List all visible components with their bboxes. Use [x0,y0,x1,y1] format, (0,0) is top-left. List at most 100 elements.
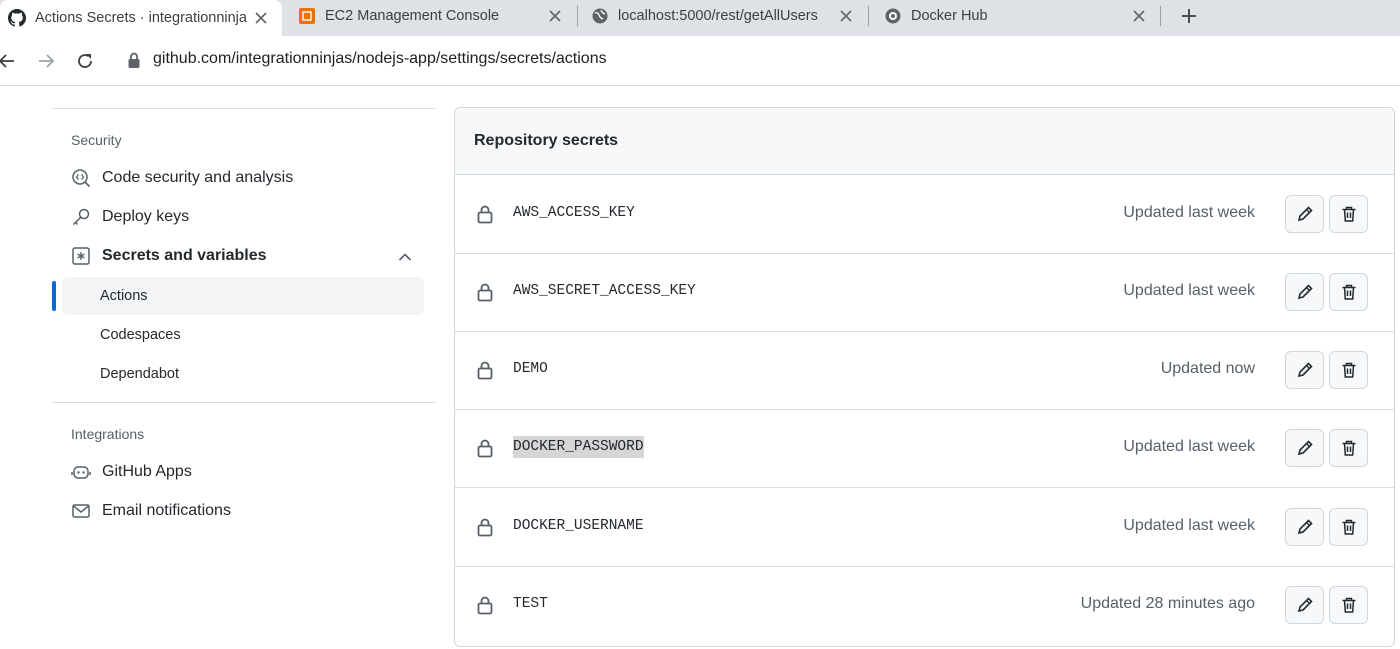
tab-title: Docker Hub [911,8,988,24]
secret-name: TEST [513,596,548,612]
tab-docker-hub[interactable]: Docker Hub [876,0,1160,32]
sidebar-heading-integrations: Integrations [71,426,145,442]
trash-icon [1342,519,1355,535]
tab-ec2-console[interactable]: EC2 Management Console [290,0,576,32]
trash-icon [1342,362,1355,378]
secret-row: AWS_ACCESS_KEY Updated last week [455,175,1394,254]
delete-button[interactable] [1329,351,1368,389]
pencil-icon [1297,284,1313,300]
pencil-icon [1297,440,1313,456]
sidebar-item-code-security[interactable]: Code security and analysis [68,161,293,195]
delete-button[interactable] [1329,273,1368,311]
secret-name: DOCKER_USERNAME [513,518,644,534]
delete-button[interactable] [1329,195,1368,233]
arrow-left-icon [0,54,14,68]
close-icon[interactable] [837,7,855,25]
robot-icon [70,461,92,483]
close-icon[interactable] [546,7,564,25]
pencil-icon [1297,519,1313,535]
edit-button[interactable] [1285,586,1324,624]
section-title: Repository secrets [474,132,619,149]
secret-row: DOCKER_PASSWORD Updated last week [455,409,1394,488]
lock-icon [477,439,493,458]
sidebar-item-secrets-and-variables[interactable]: Secrets and variables [68,239,267,273]
secret-name: AWS_ACCESS_KEY [513,205,635,221]
lock-icon [477,205,493,224]
edit-button[interactable] [1285,195,1324,233]
mail-icon [70,500,92,522]
edit-button[interactable] [1285,429,1324,467]
tab-localhost[interactable]: localhost:5000/rest/getAllUsers [583,0,867,32]
trash-icon [1342,440,1355,456]
settings-sidebar: Security Code security and analysis Depl… [52,86,436,649]
sidebar-item-github-apps[interactable]: GitHub Apps [68,455,192,489]
close-icon[interactable] [1130,7,1148,25]
secret-updated: Updated last week [1123,438,1255,455]
lock-icon [477,596,493,615]
delete-button[interactable] [1329,586,1368,624]
github-icon [8,9,26,27]
sidebar-item-deploy-keys[interactable]: Deploy keys [68,200,189,234]
secret-row: TEST Updated 28 minutes ago [455,566,1394,645]
delete-button[interactable] [1329,508,1368,546]
key-icon [70,206,92,228]
sidebar-subitem-actions[interactable]: Actions [100,280,148,312]
repository-secrets-box: Repository secrets AWS_ACCESS_KEY Update… [454,107,1395,647]
reload-button[interactable] [72,48,98,74]
aws-icon [298,7,316,25]
tab-separator [1160,6,1161,26]
address-bar[interactable]: github.com/integrationninjas/nodejs-app/… [153,50,607,68]
lock-icon[interactable] [127,51,141,74]
pencil-icon [1297,597,1313,613]
lock-icon [477,283,493,302]
pencil-icon [1297,362,1313,378]
codescan-icon [70,167,92,189]
browser-tabstrip: Actions Secrets · integrationninja EC2 M… [0,0,1400,36]
tab-title: Actions Secrets · integrationninja [35,10,247,26]
tab-actions-secrets[interactable]: Actions Secrets · integrationninja [0,0,282,36]
secret-updated: Updated now [1160,360,1255,377]
back-button[interactable] [0,48,20,74]
sidebar-item-label: Deploy keys [102,208,190,225]
secret-updated: Updated last week [1123,204,1255,221]
docker-icon [884,7,902,25]
pencil-icon [1297,206,1313,222]
browser-toolbar: github.com/integrationninjas/nodejs-app/… [0,36,1400,86]
forward-button[interactable] [33,48,59,74]
delete-button[interactable] [1329,429,1368,467]
sidebar-subitem-codespaces[interactable]: Codespaces [100,319,181,351]
secret-updated: Updated last week [1123,282,1255,299]
plus-icon [1182,9,1196,23]
secret-row: DEMO Updated now [455,331,1394,410]
secret-row: DOCKER_USERNAME Updated last week [455,488,1394,567]
secret-row: AWS_SECRET_ACCESS_KEY Updated last week [455,253,1394,332]
tab-title: localhost:5000/rest/getAllUsers [618,8,818,24]
tab-separator [577,6,578,26]
arrow-right-icon [39,54,55,68]
trash-icon [1342,206,1355,222]
new-tab-button[interactable] [1176,3,1202,29]
sidebar-item-email-notifications[interactable]: Email notifications [68,494,231,528]
edit-button[interactable] [1285,508,1324,546]
close-icon[interactable] [252,9,270,27]
secret-updated: Updated 28 minutes ago [1080,595,1255,612]
tab-separator [868,6,869,26]
secret-name: AWS_SECRET_ACCESS_KEY [513,283,696,299]
tab-title: EC2 Management Console [325,8,500,24]
secret-name: DEMO [513,361,548,377]
sidebar-divider [52,108,436,109]
sidebar-item-label: Email notifications [102,502,231,519]
edit-button[interactable] [1285,273,1324,311]
secret-name-highlighted: DOCKER_PASSWORD [513,436,644,458]
sidebar-active-indicator [52,281,56,311]
globe-icon [591,7,609,25]
sidebar-item-label: GitHub Apps [102,463,192,480]
edit-button[interactable] [1285,351,1324,389]
sidebar-heading-security: Security [71,132,122,148]
lock-icon [477,518,493,537]
sidebar-subitem-dependabot[interactable]: Dependabot [100,358,179,390]
sidebar-divider [52,402,436,403]
sidebar-item-label: Code security and analysis [102,169,294,186]
chevron-up-icon[interactable] [394,246,416,268]
box-header: Repository secrets [455,108,1394,175]
